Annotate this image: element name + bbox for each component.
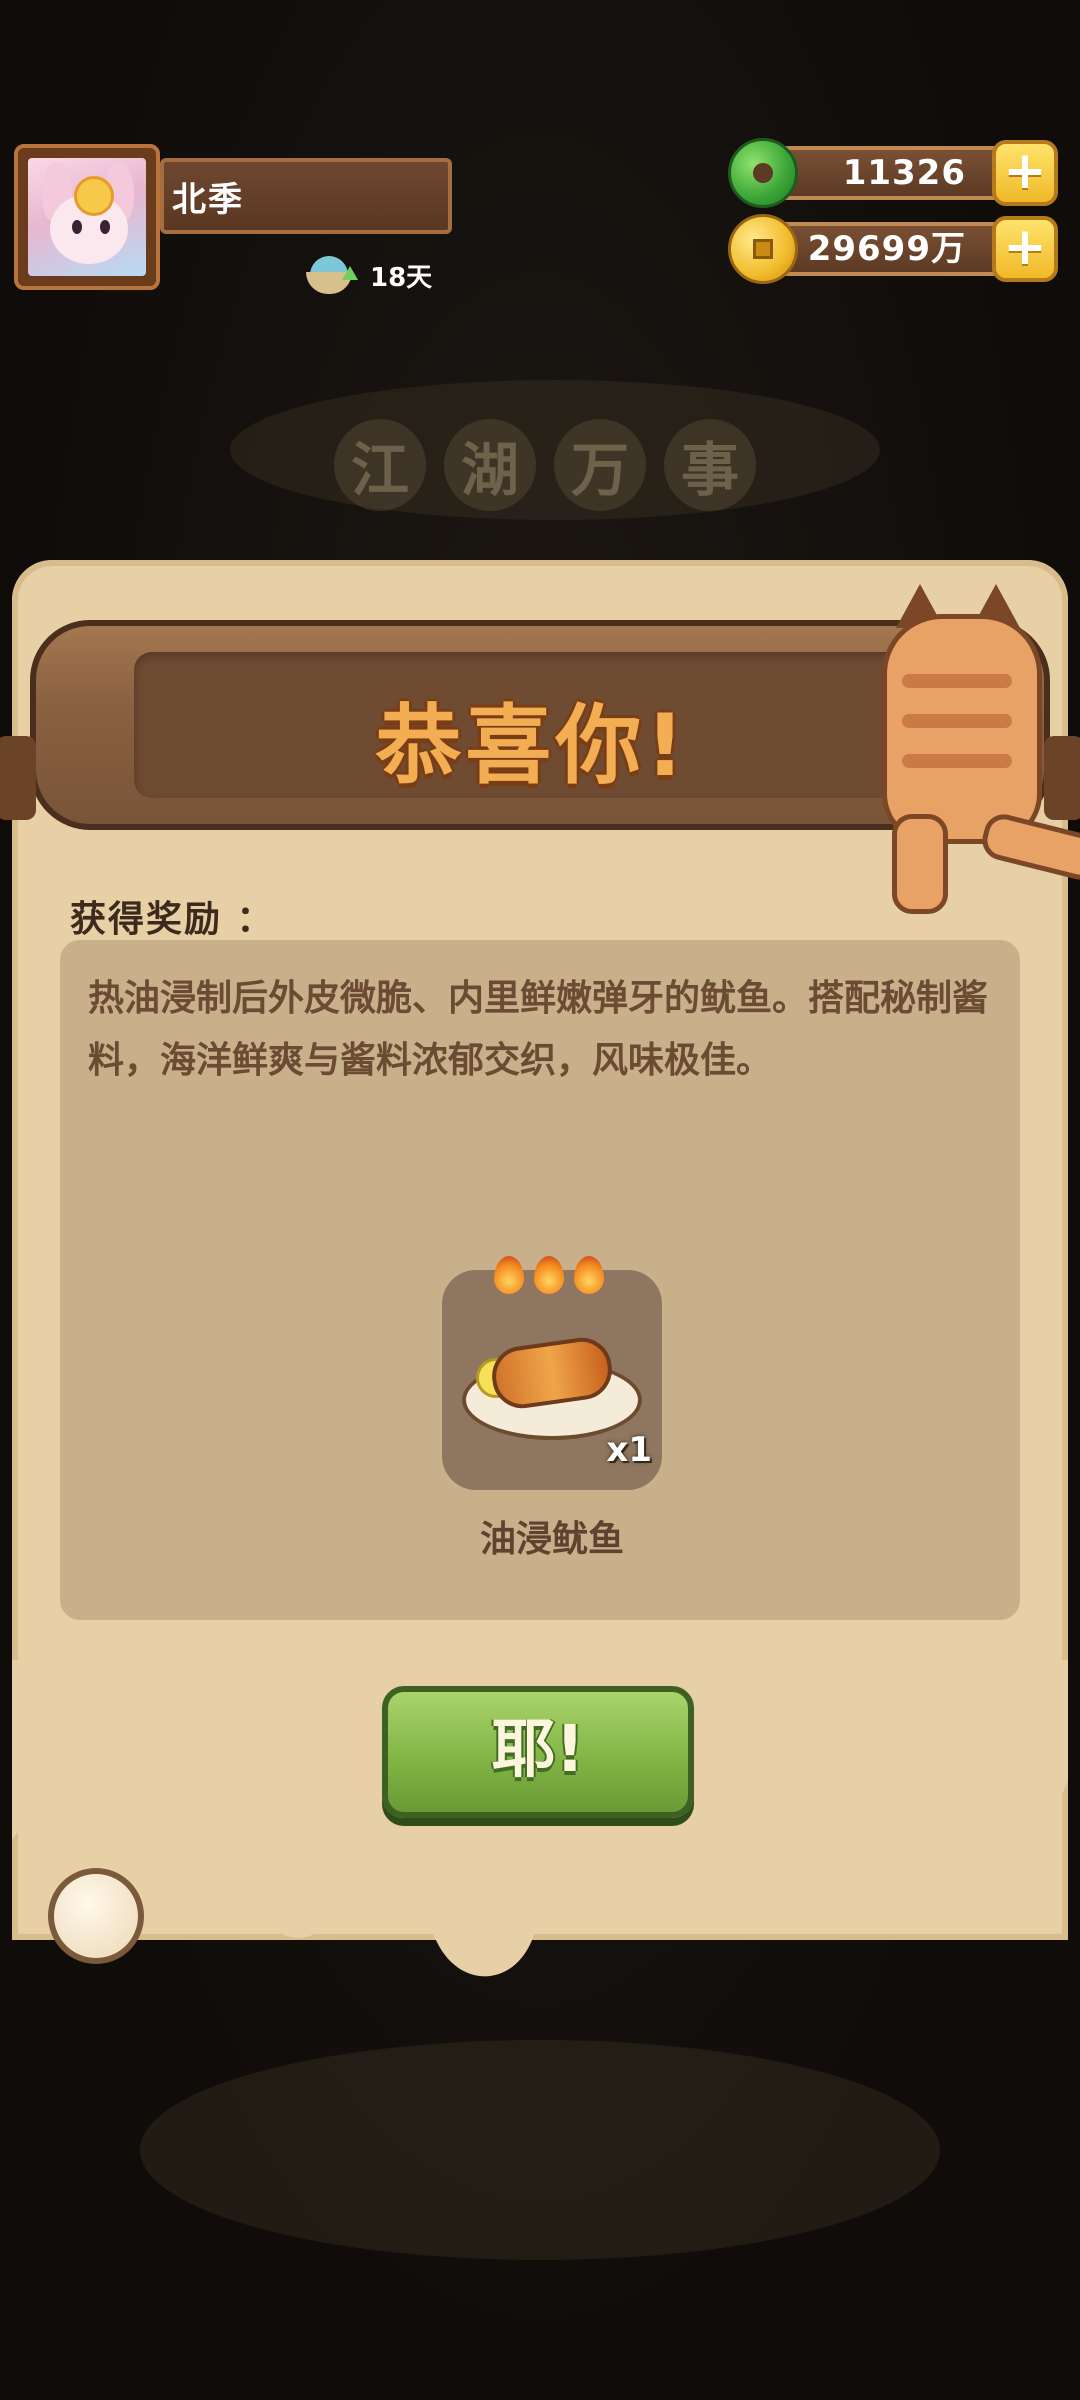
background-title-char: 湖 — [444, 419, 536, 511]
reward-item-card[interactable]: x1 — [442, 1256, 662, 1490]
background-scene-hint — [140, 2040, 940, 2260]
flame-icon — [534, 1256, 564, 1294]
item-name: 油浸鱿鱼 — [479, 1519, 624, 1560]
confirm-button[interactable]: 耶! — [382, 1686, 694, 1818]
background-title: 江 湖 万 事 — [330, 410, 760, 520]
days-count: 18天 — [370, 262, 433, 293]
jade-resource-bar: 11326 + — [728, 138, 1058, 208]
item-quantity: x1 — [606, 1430, 652, 1470]
decorative-bubble — [48, 1868, 144, 1964]
player-avatar[interactable] — [14, 144, 160, 290]
item-description: 热油浸制后外皮微脆、内里鲜嫩弹牙的鱿鱼。搭配秘制酱料，海洋鲜爽与酱料浓郁交织，风… — [88, 978, 989, 1081]
days-indicator: 18天 — [306, 256, 432, 294]
player-name-bar: 北季 — [160, 158, 452, 234]
flame-icon — [574, 1256, 604, 1294]
confirm-button-label: 耶! — [491, 1713, 585, 1787]
coin-amount: 29699万 — [807, 229, 966, 269]
avatar-eye — [100, 220, 110, 234]
days-bowl-icon — [306, 256, 358, 294]
coin-icon — [728, 214, 798, 284]
jade-amount: 11326 — [842, 153, 966, 193]
avatar-bun — [74, 176, 114, 216]
avatar-eye — [72, 220, 82, 234]
jade-icon — [728, 138, 798, 208]
cat-mascot-icon — [842, 584, 1080, 914]
background-title-char: 江 — [334, 419, 426, 511]
reward-popup: 恭喜你! 获得奖励 ： 热油浸制后外皮微脆、内里鲜嫩弹牙的鱿鱼。搭配秘制酱料，海… — [0, 560, 1080, 2050]
jade-add-button[interactable]: + — [992, 140, 1058, 206]
background-title-char: 事 — [664, 419, 756, 511]
reward-content-box: 热油浸制后外皮微脆、内里鲜嫩弹牙的鱿鱼。搭配秘制酱料，海洋鲜爽与酱料浓郁交织，风… — [60, 940, 1020, 1620]
coin-resource-bar: 29699万 + — [728, 214, 1058, 284]
player-name: 北季 — [172, 179, 244, 220]
background-title-char: 万 — [554, 419, 646, 511]
item-rarity-flames — [494, 1256, 604, 1294]
flame-icon — [494, 1256, 524, 1294]
avatar-image — [28, 158, 146, 276]
reward-label: 获得奖励 ： — [70, 899, 275, 940]
coin-add-button[interactable]: + — [992, 216, 1058, 282]
